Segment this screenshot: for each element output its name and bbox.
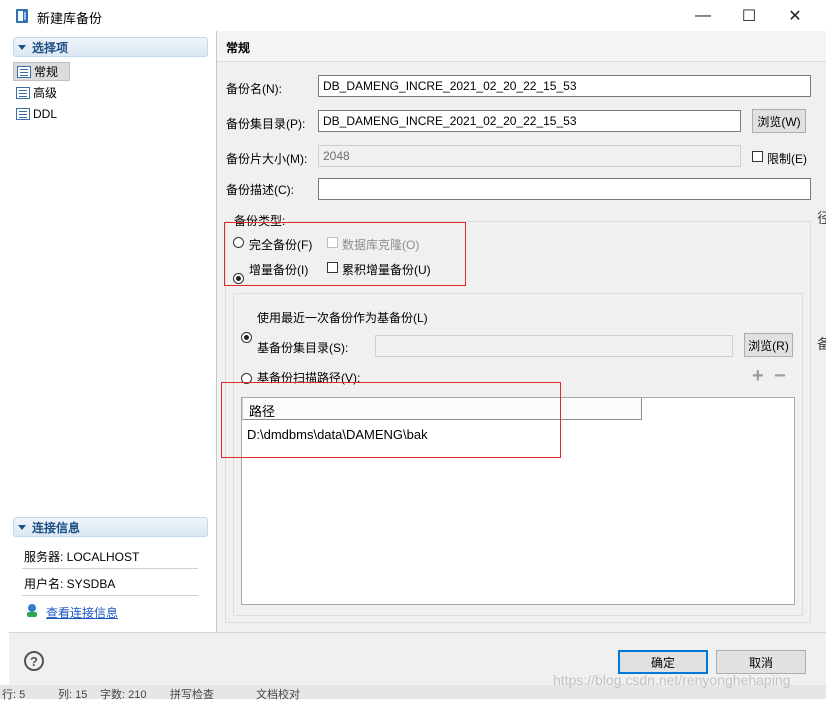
- page-icon: [16, 86, 30, 99]
- piece-size-label: 备份片大小(M):: [226, 152, 308, 166]
- database-backup-icon: [16, 9, 28, 23]
- cancel-button[interactable]: 取消: [716, 650, 806, 674]
- piece-size-input[interactable]: 2048: [318, 145, 741, 167]
- backup-name-label: 备份名(N):: [226, 82, 282, 96]
- highlight-box: [224, 222, 466, 286]
- background-text: 径: [817, 210, 826, 226]
- page-title: 常规: [226, 41, 251, 55]
- highlight-box: [221, 382, 561, 458]
- base-browse-button[interactable]: 浏览(R): [744, 333, 793, 357]
- user-info: 用户名: SYSDBA: [24, 577, 116, 591]
- page-icon: [17, 65, 31, 78]
- sidebar-item-label: 常规: [34, 65, 59, 79]
- section-header-label: 选择项: [32, 40, 69, 55]
- background-text: 备: [817, 336, 826, 352]
- backup-dir-input[interactable]: DB_DAMENG_INCRE_2021_02_20_22_15_53: [318, 110, 741, 132]
- divider: [22, 568, 198, 569]
- use-latest-label: 使用最近一次备份作为基备份(L): [257, 311, 428, 325]
- watermark: https://blog.csdn.net/renyonghehaping: [553, 672, 791, 688]
- description-input[interactable]: [318, 178, 811, 200]
- limit-checkbox[interactable]: [752, 151, 763, 162]
- backup-name-input[interactable]: DB_DAMENG_INCRE_2021_02_20_22_15_53: [318, 75, 811, 97]
- collapse-triangle-icon: [18, 44, 26, 50]
- description-label: 备份描述(C):: [226, 183, 294, 197]
- backup-dir-label: 备份集目录(P):: [226, 117, 306, 131]
- maximize-button[interactable]: ☐: [726, 0, 772, 31]
- browse-button[interactable]: 浏览(W): [752, 109, 806, 133]
- sidebar-item-label: 高级: [33, 86, 58, 100]
- divider: [22, 595, 198, 596]
- sidebar-item-general[interactable]: 常规: [13, 62, 70, 81]
- view-connection-link[interactable]: 查看连接信息: [46, 604, 118, 621]
- section-header-connection[interactable]: 连接信息: [13, 517, 208, 537]
- page-icon: [16, 107, 30, 120]
- limit-label: 限制(E): [767, 152, 807, 166]
- close-button[interactable]: ✕: [772, 0, 818, 31]
- section-header-options[interactable]: 选择项: [13, 37, 208, 57]
- window-title: 新建库备份: [37, 11, 103, 26]
- status-spell-check[interactable]: 拼写检查: [170, 686, 214, 702]
- help-icon[interactable]: ?: [24, 651, 44, 671]
- sidebar-item-label: DDL: [33, 106, 58, 121]
- section-header-label: 连接信息: [32, 520, 81, 535]
- base-dir-input[interactable]: [375, 335, 733, 357]
- title-bar: 新建库备份 — ☐ ✕: [0, 0, 826, 31]
- status-row: 行: 5: [2, 689, 26, 701]
- remove-path-icon[interactable]: −: [774, 365, 786, 388]
- sidebar-item-advanced[interactable]: 高级: [13, 83, 83, 102]
- ok-button[interactable]: 确定: [618, 650, 708, 674]
- status-col: 列: 15: [58, 689, 88, 701]
- minimize-button[interactable]: —: [680, 0, 726, 31]
- base-dir-label: 基备份集目录(S):: [257, 341, 349, 355]
- server-info: 服务器: LOCALHOST: [24, 550, 140, 564]
- collapse-triangle-icon: [18, 524, 26, 530]
- connection-info-icon: [27, 604, 37, 617]
- status-word-count: 字数: 210: [100, 689, 147, 701]
- sidebar-item-ddl[interactable]: DDL: [13, 104, 83, 123]
- add-path-icon[interactable]: +: [752, 365, 764, 388]
- status-proofread[interactable]: 文档校对: [256, 686, 300, 702]
- panel-header: 常规: [217, 31, 826, 62]
- use-latest-radio[interactable]: [241, 332, 252, 343]
